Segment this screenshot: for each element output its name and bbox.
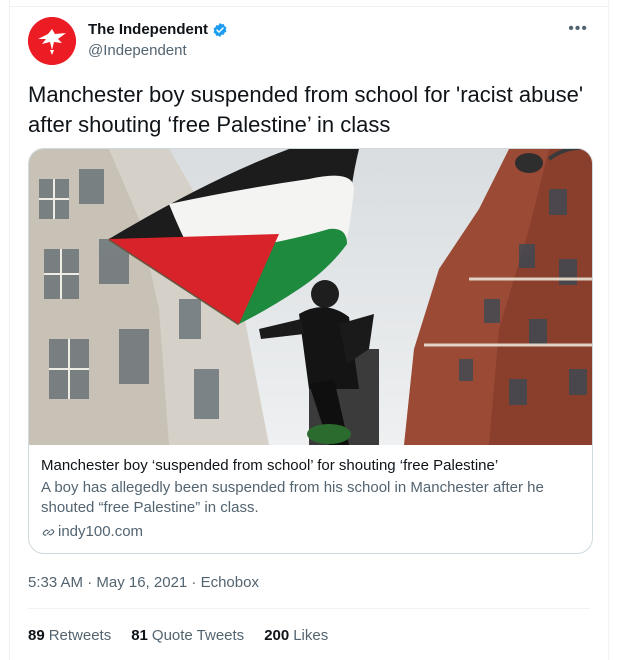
quote-tweets-label: Quote Tweets xyxy=(151,627,245,644)
link-description: A boy has allegedly been suspended from … xyxy=(41,479,544,516)
account-handle[interactable]: @Independent xyxy=(88,42,187,59)
link-domain-row: indy100.com xyxy=(41,522,580,542)
likes-stat[interactable]: 200 Likes xyxy=(264,627,328,644)
link-preview-card[interactable]: Manchester boy ‘suspended from school’ f… xyxy=(28,148,593,554)
top-divider xyxy=(10,6,608,7)
retweets-count: 89 xyxy=(28,627,45,644)
engagement-stats: 89 Retweets 81 Quote Tweets 200 Likes xyxy=(28,627,328,644)
link-domain: indy100.com xyxy=(58,523,144,540)
more-options-icon[interactable]: ••• xyxy=(568,20,588,38)
link-icon xyxy=(42,528,55,536)
stats-divider xyxy=(28,608,590,609)
tweet-timestamp[interactable]: 5:33 AM · May 16, 2021 · Echobox xyxy=(28,574,259,591)
retweets-label: Retweets xyxy=(48,627,112,644)
quote-tweets-stat[interactable]: 81 Quote Tweets xyxy=(131,627,244,644)
display-name[interactable]: The Independent xyxy=(88,21,208,38)
retweets-stat[interactable]: 89 Retweets xyxy=(28,627,111,644)
article-image xyxy=(29,149,592,445)
avatar[interactable] xyxy=(28,17,76,65)
tweet-card: The Independent @Independent ••• Manches… xyxy=(9,0,609,660)
link-title: Manchester boy ‘suspended from school’ f… xyxy=(41,457,499,474)
quote-tweets-count: 81 xyxy=(131,627,148,644)
verified-badge-icon xyxy=(212,22,228,38)
likes-count: 200 xyxy=(264,627,290,644)
likes-label: Likes xyxy=(293,627,329,644)
tweet-text: Manchester boy suspended from school for… xyxy=(28,82,584,137)
eagle-logo-icon xyxy=(28,17,76,65)
